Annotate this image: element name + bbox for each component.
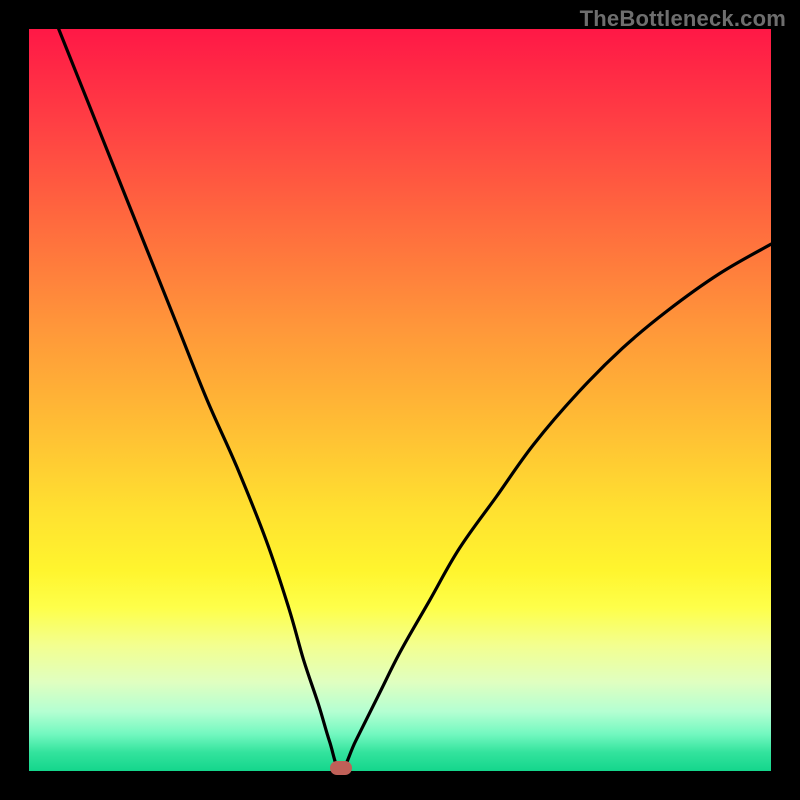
plot-area: [29, 29, 771, 771]
chart-frame: TheBottleneck.com: [0, 0, 800, 800]
curve-minimum-marker: [330, 761, 352, 775]
bottleneck-curve: [29, 29, 771, 771]
watermark-text: TheBottleneck.com: [580, 6, 786, 32]
